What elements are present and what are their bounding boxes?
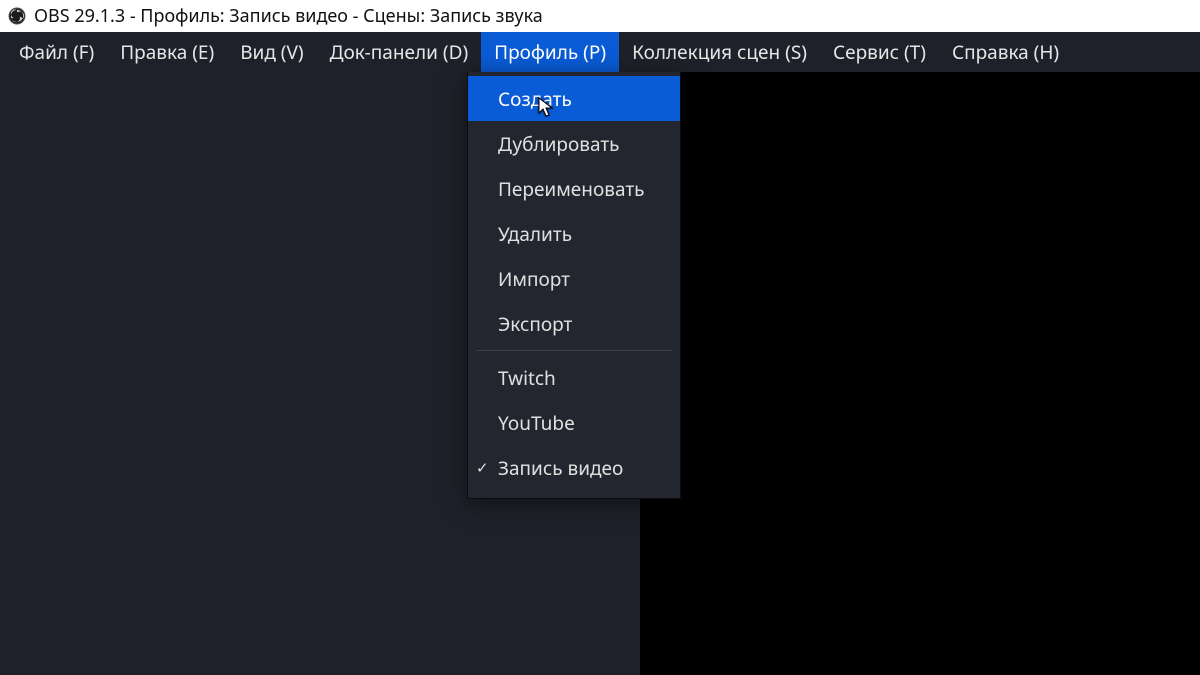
profile-dropdown: Создать Дублировать Переименовать Удалит… bbox=[467, 72, 681, 499]
obs-logo-icon bbox=[8, 7, 26, 25]
check-icon: ✓ bbox=[476, 458, 489, 478]
dd-profile-recording[interactable]: ✓ Запись видео bbox=[468, 445, 680, 490]
dd-profile-youtube[interactable]: YouTube bbox=[468, 400, 680, 445]
window-title: OBS 29.1.3 - Профиль: Запись видео - Сце… bbox=[34, 4, 543, 28]
titlebar: OBS 29.1.3 - Профиль: Запись видео - Сце… bbox=[0, 0, 1200, 32]
menu-help[interactable]: Справка (H) bbox=[939, 32, 1072, 72]
dd-delete[interactable]: Удалить bbox=[468, 211, 680, 256]
menu-file[interactable]: Файл (F) bbox=[6, 32, 107, 72]
menu-scene-collection[interactable]: Коллекция сцен (S) bbox=[619, 32, 820, 72]
dd-rename[interactable]: Переименовать bbox=[468, 166, 680, 211]
dd-import[interactable]: Импорт bbox=[468, 256, 680, 301]
menu-view[interactable]: Вид (V) bbox=[227, 32, 316, 72]
preview-canvas bbox=[640, 72, 1200, 675]
dd-export[interactable]: Экспорт bbox=[468, 301, 680, 346]
menubar: Файл (F) Правка (E) Вид (V) Док-панели (… bbox=[0, 32, 1200, 72]
dd-duplicate[interactable]: Дублировать bbox=[468, 121, 680, 166]
menu-profile[interactable]: Профиль (P) bbox=[481, 32, 619, 72]
menu-dockpanels[interactable]: Док-панели (D) bbox=[317, 32, 482, 72]
dd-profile-twitch[interactable]: Twitch bbox=[468, 355, 680, 400]
dd-separator bbox=[476, 350, 672, 351]
dd-new[interactable]: Создать bbox=[468, 76, 680, 121]
menu-service[interactable]: Сервис (T) bbox=[820, 32, 939, 72]
menu-edit[interactable]: Правка (E) bbox=[107, 32, 227, 72]
content-area: Создать Дублировать Переименовать Удалит… bbox=[0, 72, 1200, 675]
